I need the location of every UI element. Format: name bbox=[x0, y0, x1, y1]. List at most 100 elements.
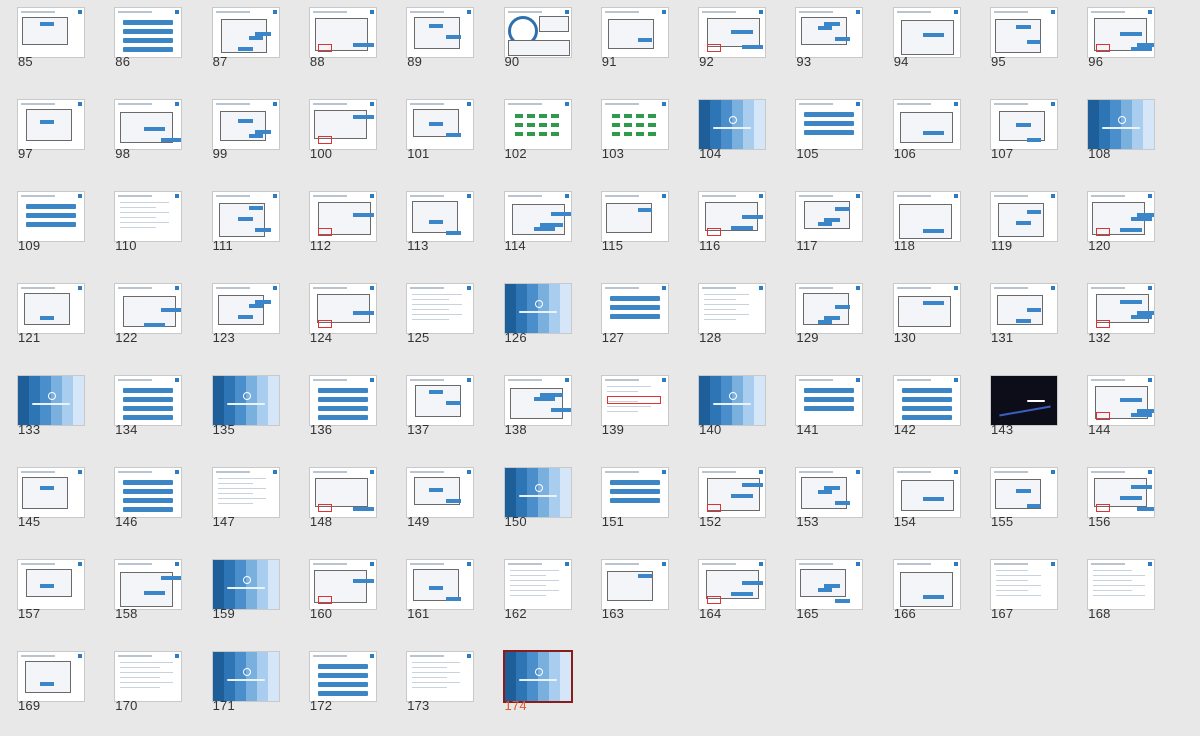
slide-thumbnail-174[interactable]: 174 bbox=[487, 644, 571, 714]
slide-thumbnail-93[interactable]: 93 bbox=[778, 0, 863, 70]
slide-preview[interactable] bbox=[1088, 8, 1155, 57]
slide-thumbnail-130[interactable]: 130 bbox=[876, 276, 960, 346]
slide-preview[interactable] bbox=[407, 100, 474, 149]
slide-preview[interactable] bbox=[115, 8, 182, 57]
slide-thumbnail-106[interactable]: 106 bbox=[876, 92, 960, 162]
slide-thumbnail-124[interactable]: 124 bbox=[292, 276, 376, 346]
slide-thumbnail-156[interactable]: 156 bbox=[1070, 460, 1155, 530]
slide-thumbnail-139[interactable]: 139 bbox=[584, 368, 668, 438]
slide-thumbnail-112[interactable]: 112 bbox=[292, 184, 376, 254]
slide-thumbnail-86[interactable]: 86 bbox=[97, 0, 182, 70]
slide-preview[interactable] bbox=[309, 100, 376, 149]
slide-preview[interactable] bbox=[504, 376, 571, 425]
slide-thumbnail-158[interactable]: 158 bbox=[97, 552, 182, 622]
slide-preview[interactable] bbox=[699, 8, 766, 57]
slide-preview[interactable] bbox=[18, 284, 84, 333]
slide-preview[interactable] bbox=[115, 652, 182, 701]
slide-thumbnail-165[interactable]: 165 bbox=[778, 552, 863, 622]
slide-thumbnail-133[interactable]: 133 bbox=[0, 368, 84, 438]
slide-thumbnail-148[interactable]: 148 bbox=[292, 460, 376, 530]
slide-thumbnail-154[interactable]: 154 bbox=[876, 460, 960, 530]
slide-thumbnail-85[interactable]: 85 bbox=[0, 0, 84, 70]
slide-preview[interactable] bbox=[893, 284, 960, 333]
slide-thumbnail-103[interactable]: 103 bbox=[584, 92, 668, 162]
slide-preview[interactable] bbox=[893, 8, 960, 57]
slide-preview[interactable] bbox=[893, 468, 960, 517]
slide-preview[interactable] bbox=[407, 8, 474, 57]
slide-preview[interactable] bbox=[991, 8, 1057, 57]
slide-preview[interactable] bbox=[504, 560, 571, 609]
slide-preview[interactable] bbox=[991, 100, 1057, 149]
slide-thumbnail-116[interactable]: 116 bbox=[681, 184, 766, 254]
slide-preview[interactable] bbox=[115, 468, 182, 517]
slide-thumbnail-159[interactable]: 159 bbox=[195, 552, 279, 622]
slide-thumbnail-88[interactable]: 88 bbox=[292, 0, 376, 70]
slide-preview[interactable] bbox=[309, 468, 376, 517]
slide-thumbnail-162[interactable]: 162 bbox=[487, 552, 571, 622]
slide-preview[interactable] bbox=[212, 560, 279, 609]
slide-thumbnail-132[interactable]: 132 bbox=[1070, 276, 1155, 346]
slide-preview[interactable] bbox=[1088, 192, 1155, 241]
slide-preview[interactable] bbox=[699, 284, 766, 333]
slide-thumbnail-126[interactable]: 126 bbox=[487, 276, 571, 346]
slide-thumbnail-120[interactable]: 120 bbox=[1070, 184, 1155, 254]
slide-thumbnail-101[interactable]: 101 bbox=[389, 92, 474, 162]
slide-thumbnail-143[interactable]: 143 bbox=[973, 368, 1057, 438]
slide-thumbnail-160[interactable]: 160 bbox=[292, 552, 376, 622]
slide-thumbnail-117[interactable]: 117 bbox=[778, 184, 863, 254]
slide-thumbnail-107[interactable]: 107 bbox=[973, 92, 1057, 162]
slide-preview[interactable] bbox=[407, 284, 474, 333]
slide-preview[interactable] bbox=[407, 376, 474, 425]
slide-preview[interactable] bbox=[115, 284, 182, 333]
slide-preview[interactable] bbox=[407, 560, 474, 609]
slide-thumbnail-123[interactable]: 123 bbox=[195, 276, 279, 346]
slide-preview[interactable] bbox=[212, 376, 279, 425]
slide-preview[interactable] bbox=[796, 560, 863, 609]
slide-preview[interactable] bbox=[18, 192, 84, 241]
slide-preview[interactable] bbox=[115, 560, 182, 609]
slide-thumbnail-149[interactable]: 149 bbox=[389, 460, 474, 530]
slide-preview[interactable] bbox=[504, 468, 571, 517]
slide-thumbnail-113[interactable]: 113 bbox=[389, 184, 474, 254]
slide-thumbnail-170[interactable]: 170 bbox=[97, 644, 182, 714]
slide-preview[interactable] bbox=[212, 284, 279, 333]
slide-thumbnail-104[interactable]: 104 bbox=[681, 92, 766, 162]
slide-thumbnail-131[interactable]: 131 bbox=[973, 276, 1057, 346]
slide-preview[interactable] bbox=[601, 468, 668, 517]
slide-thumbnail-118[interactable]: 118 bbox=[876, 184, 960, 254]
slide-preview[interactable] bbox=[893, 376, 960, 425]
slide-preview[interactable] bbox=[699, 560, 766, 609]
slide-thumbnail-99[interactable]: 99 bbox=[195, 92, 279, 162]
slide-preview[interactable] bbox=[601, 8, 668, 57]
slide-preview[interactable] bbox=[212, 100, 279, 149]
slide-thumbnail-150[interactable]: 150 bbox=[487, 460, 571, 530]
slide-thumbnail-140[interactable]: 140 bbox=[681, 368, 766, 438]
slide-preview[interactable] bbox=[991, 192, 1057, 241]
slide-preview[interactable] bbox=[699, 100, 766, 149]
slide-thumbnail-110[interactable]: 110 bbox=[97, 184, 182, 254]
slide-preview[interactable] bbox=[796, 284, 863, 333]
slide-thumbnail-147[interactable]: 147 bbox=[195, 460, 279, 530]
slide-preview[interactable] bbox=[699, 192, 766, 241]
slide-thumbnail-114[interactable]: 114 bbox=[487, 184, 571, 254]
slide-preview[interactable] bbox=[991, 376, 1057, 425]
slide-preview[interactable] bbox=[18, 8, 84, 57]
slide-preview[interactable] bbox=[601, 284, 668, 333]
slide-preview[interactable] bbox=[991, 560, 1057, 609]
slide-thumbnail-94[interactable]: 94 bbox=[876, 0, 960, 70]
slide-thumbnail-121[interactable]: 121 bbox=[0, 276, 84, 346]
slide-thumbnail-136[interactable]: 136 bbox=[292, 368, 376, 438]
slide-preview[interactable] bbox=[504, 8, 571, 57]
slide-thumbnail-157[interactable]: 157 bbox=[0, 552, 84, 622]
slide-thumbnail-98[interactable]: 98 bbox=[97, 92, 182, 162]
slide-preview[interactable] bbox=[18, 468, 84, 517]
slide-thumbnail-95[interactable]: 95 bbox=[973, 0, 1057, 70]
slide-preview[interactable] bbox=[407, 192, 474, 241]
slide-thumbnail-166[interactable]: 166 bbox=[876, 552, 960, 622]
slide-thumbnail-119[interactable]: 119 bbox=[973, 184, 1057, 254]
slide-thumbnail-92[interactable]: 92 bbox=[681, 0, 766, 70]
slide-thumbnail-91[interactable]: 91 bbox=[584, 0, 668, 70]
slide-preview[interactable] bbox=[18, 100, 84, 149]
slide-preview[interactable] bbox=[212, 192, 279, 241]
slide-preview[interactable] bbox=[407, 652, 474, 701]
